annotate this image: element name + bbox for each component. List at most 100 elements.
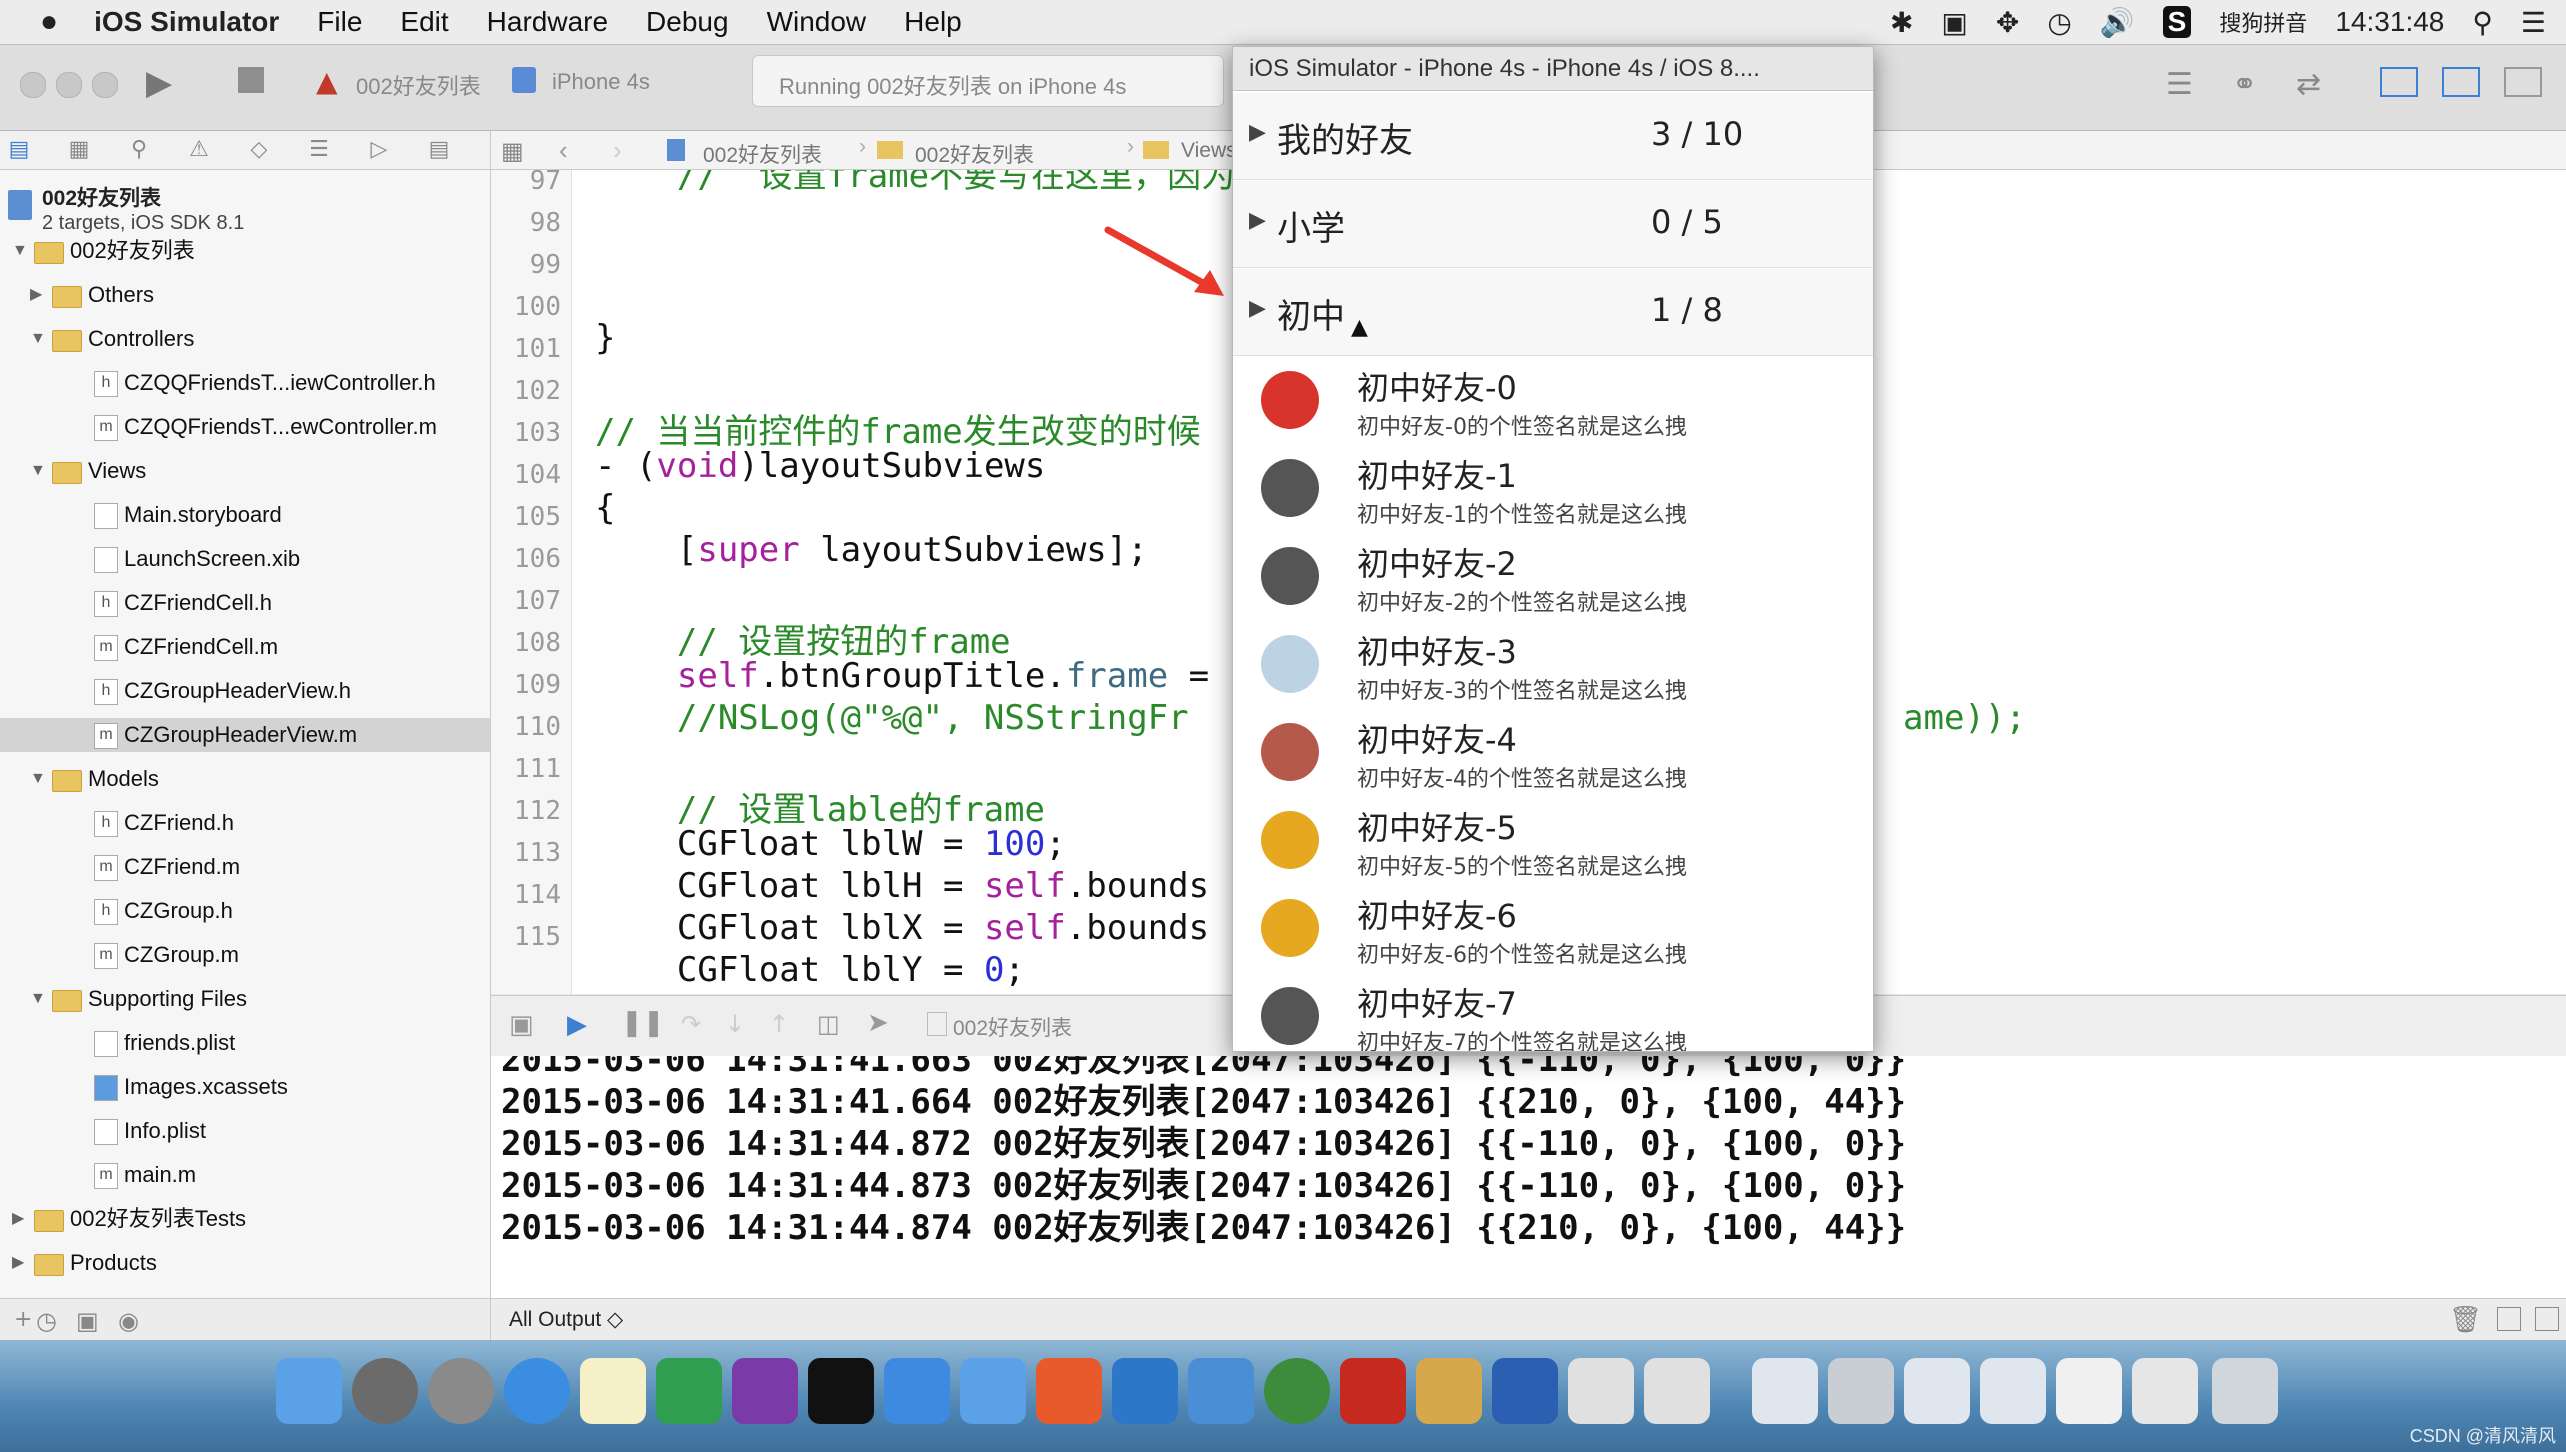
hide-debug-area-icon[interactable]: ▣ [509,1010,534,1040]
screenshot-tool-icon[interactable] [1112,1358,1178,1424]
navigator-row[interactable]: LaunchScreen.xib [0,542,490,576]
preview-icon[interactable] [1188,1358,1254,1424]
debug-target-label[interactable]: 002好友列表 [953,1012,1072,1042]
navigator-row[interactable]: m CZFriendCell.m [0,630,490,664]
minimized-window-icon[interactable] [1904,1358,1970,1424]
navigator-row[interactable]: Main.storyboard [0,498,490,532]
stop-button[interactable] [238,67,264,93]
launchpad-icon[interactable] [428,1358,494,1424]
disclosure-down-icon[interactable]: ▼ [30,762,46,796]
system-preferences-icon[interactable] [352,1358,418,1424]
navigator-row[interactable]: ▶ Products [0,1246,490,1280]
navigator-row[interactable]: ▼ Models [0,762,490,796]
pause-icon[interactable]: ❚❚ [621,1008,665,1038]
issue-navigator-icon[interactable]: ⚠ [186,138,212,162]
menu-clock[interactable]: 14:31:48 [2335,6,2444,38]
debug-area-toggle-icon[interactable] [2442,67,2480,97]
document-icon[interactable] [1644,1358,1710,1424]
standard-editor-icon[interactable]: ☰ [2166,67,2193,102]
symbol-navigator-icon[interactable]: ▦ [66,138,92,162]
navigator-row[interactable]: h CZFriend.h [0,806,490,840]
navigator-row[interactable]: Images.xcassets [0,1070,490,1104]
xcode-icon[interactable] [884,1358,950,1424]
project-name[interactable]: 002好友列表 [42,182,161,212]
friend-cell[interactable]: 初中好友-0 初中好友-0的个性签名就是这么拽 [1233,357,1873,446]
apple-icon[interactable]: ● [40,5,58,39]
menu-edit[interactable]: Edit [400,6,448,38]
console-output[interactable]: 2015-03-06 14:31:41.663 002好友列表[2047:103… [491,1056,2566,1298]
group-header-junior-high[interactable]: ▶ 初中 1 / 8 ▲ [1233,269,1873,356]
window-close-button[interactable] [20,72,46,98]
breakpoint-navigator-icon[interactable]: ▷ [366,138,392,162]
jump-crumb-group[interactable]: 002好友列表 [915,139,1034,169]
friend-cell[interactable]: 初中好友-6 初中好友-6的个性签名就是这么拽 [1233,885,1873,974]
safari-icon[interactable] [504,1358,570,1424]
finder-icon[interactable] [276,1358,342,1424]
menu-window[interactable]: Window [767,6,867,38]
navigator-row[interactable]: m CZQQFriendsT...ewController.m [0,410,490,444]
disclosure-right-icon[interactable]: ▶ [30,278,42,312]
network-icon[interactable]: ✥ [1996,6,2019,39]
disclosure-down-icon[interactable]: ▼ [30,322,46,356]
test-navigator-icon[interactable]: ◇ [246,138,272,162]
bluetooth-icon[interactable]: ✱ [1890,6,1913,39]
output-filter-select[interactable]: All Output ◇ [509,1307,623,1332]
add-file-icon[interactable]: + [14,1307,32,1332]
onenote-icon[interactable] [732,1358,798,1424]
terminal-icon[interactable] [808,1358,874,1424]
disclosure-down-icon[interactable]: ▼ [12,234,28,268]
navigator-row[interactable]: h CZGroup.h [0,894,490,928]
version-editor-icon[interactable]: ⇄ [2296,67,2321,102]
navigator-row[interactable]: m main.m [0,1158,490,1192]
window-minimize-button[interactable] [56,72,82,98]
folder-icon[interactable] [960,1358,1026,1424]
recent-files-icon[interactable]: ◷ [36,1307,57,1335]
group-header-primary-school[interactable]: ▶ 小学 0 / 5 [1233,181,1873,268]
menu-debug[interactable]: Debug [646,6,729,38]
instruments-icon[interactable] [1416,1358,1482,1424]
disclosure-down-icon[interactable]: ▼ [30,982,46,1016]
forward-icon[interactable]: › [613,135,622,166]
time-machine-icon[interactable]: ◷ [2047,6,2071,39]
utilities-toggle-icon[interactable] [2504,67,2542,97]
back-icon[interactable]: ‹ [559,135,568,166]
view-debugger-icon[interactable]: ◫ [817,1010,840,1038]
friend-cell[interactable]: 初中好友-4 初中好友-4的个性签名就是这么拽 [1233,709,1873,798]
input-method-icon[interactable]: S [2162,6,2192,38]
navigator-row[interactable]: h CZFriendCell.h [0,586,490,620]
word-icon[interactable] [1492,1358,1558,1424]
powerpoint-icon[interactable] [1036,1358,1102,1424]
minimized-window-icon[interactable] [1828,1358,1894,1424]
volume-icon[interactable]: 🔊 [2100,6,2135,39]
disclosure-down-icon[interactable]: ▼ [30,454,46,488]
assistant-editor-icon[interactable]: ⚭ [2232,67,2257,102]
jump-crumb-project[interactable]: 002好友列表 [703,139,822,169]
menu-hardware[interactable]: Hardware [487,6,608,38]
navigator-row[interactable]: ▼ Views [0,454,490,488]
scheme-target-label[interactable]: 002好友列表 [356,69,481,101]
jump-crumb-views[interactable]: Views [1181,139,1237,163]
navigator-row[interactable]: h CZQQFriendsT...iewController.h [0,366,490,400]
friend-cell[interactable]: 初中好友-3 初中好友-3的个性签名就是这么拽 [1233,621,1873,710]
report-navigator-icon[interactable]: ▤ [426,138,452,162]
project-navigator-icon[interactable]: ▤ [6,138,32,162]
scheme-device-label[interactable]: iPhone 4s [552,69,650,95]
network-utility-icon[interactable] [1264,1358,1330,1424]
simulate-location-icon[interactable]: ➤ [867,1008,889,1038]
breakpoints-toggle-icon[interactable]: ▶ [567,1010,587,1040]
disclosure-right-icon[interactable]: ▶ [12,1202,24,1236]
unsaved-filter-icon[interactable]: ◉ [118,1307,139,1335]
navigator-row[interactable]: ▼ Controllers [0,322,490,356]
step-over-icon[interactable]: ↷ [681,1010,701,1038]
navigator-row[interactable]: ▶ 002好友列表Tests [0,1202,490,1236]
trash-icon[interactable]: 🗑 [2449,1305,2482,1335]
navigator-toggle-icon[interactable] [2380,67,2418,97]
line-number-gutter[interactable]: 97 98 99 100 101 102 103 104 105 106 107 108 109 110 1… [491,170,572,994]
trash-icon[interactable] [2212,1358,2278,1424]
navigator-row[interactable]: ▼ Supporting Files [0,982,490,1016]
navigator-row[interactable]: ▼ 002好友列表 [0,234,490,268]
friend-cell[interactable]: 初中好友-1 初中好友-1的个性签名就是这么拽 [1233,445,1873,534]
find-navigator-icon[interactable]: ⚲ [126,138,152,162]
variables-view-toggle-icon[interactable] [2497,1307,2521,1331]
menu-app-name[interactable]: iOS Simulator [94,6,279,38]
